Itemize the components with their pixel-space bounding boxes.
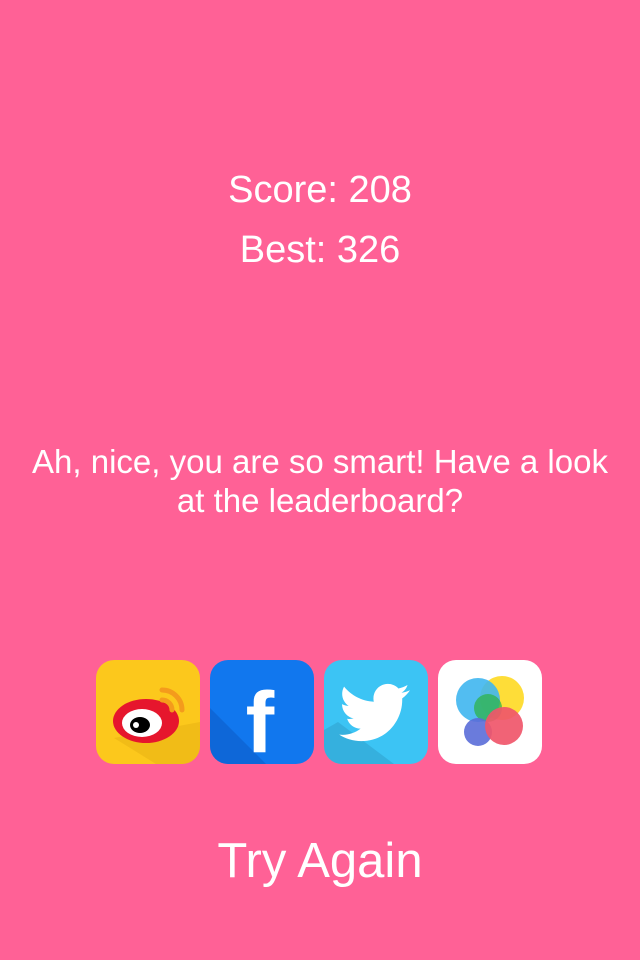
facebook-icon: f (210, 660, 314, 764)
twitter-share-button[interactable] (324, 660, 428, 764)
score-text: Score: 208 (228, 169, 412, 211)
weibo-icon (96, 660, 200, 764)
share-buttons: f (96, 660, 542, 764)
facebook-share-button[interactable]: f (210, 660, 314, 764)
best-score-text: Best: 326 (239, 229, 401, 271)
twitter-icon (324, 660, 428, 764)
facebook-glyph: f (246, 675, 275, 764)
try-again-button[interactable]: Try Again (170, 830, 470, 892)
game-center-button[interactable] (438, 660, 542, 764)
result-message: Ah, nice, you are so smart! Have a look … (32, 443, 608, 519)
weibo-share-button[interactable] (96, 660, 200, 764)
game-center-icon (438, 660, 542, 764)
